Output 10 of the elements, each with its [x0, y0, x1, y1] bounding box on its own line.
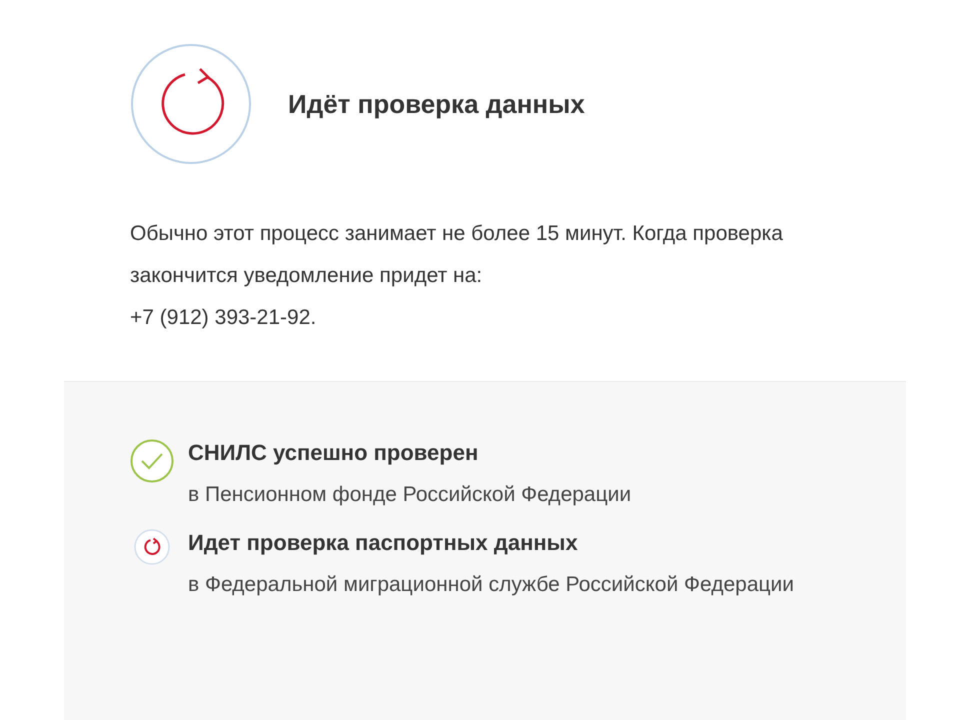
page-title: Идёт проверка данных — [288, 88, 585, 120]
check-detail: в Пенсионном фонде Российской Федерации — [188, 482, 632, 508]
refresh-icon — [134, 529, 170, 565]
refresh-icon — [130, 43, 252, 165]
check-title: СНИЛС успешно проверен — [188, 439, 480, 467]
check-icon — [130, 439, 174, 483]
check-title: Идет проверка паспортных данных — [188, 529, 579, 557]
info-text: Обычно этот процесс занимает не более 15 минут. Когда проверка закончится уведомление придет на: — [130, 221, 784, 289]
phone-number: +7 (912) 393-21-92. — [130, 305, 318, 331]
check-detail: в Федеральной миграционной службе Российской Федерации — [188, 572, 795, 598]
